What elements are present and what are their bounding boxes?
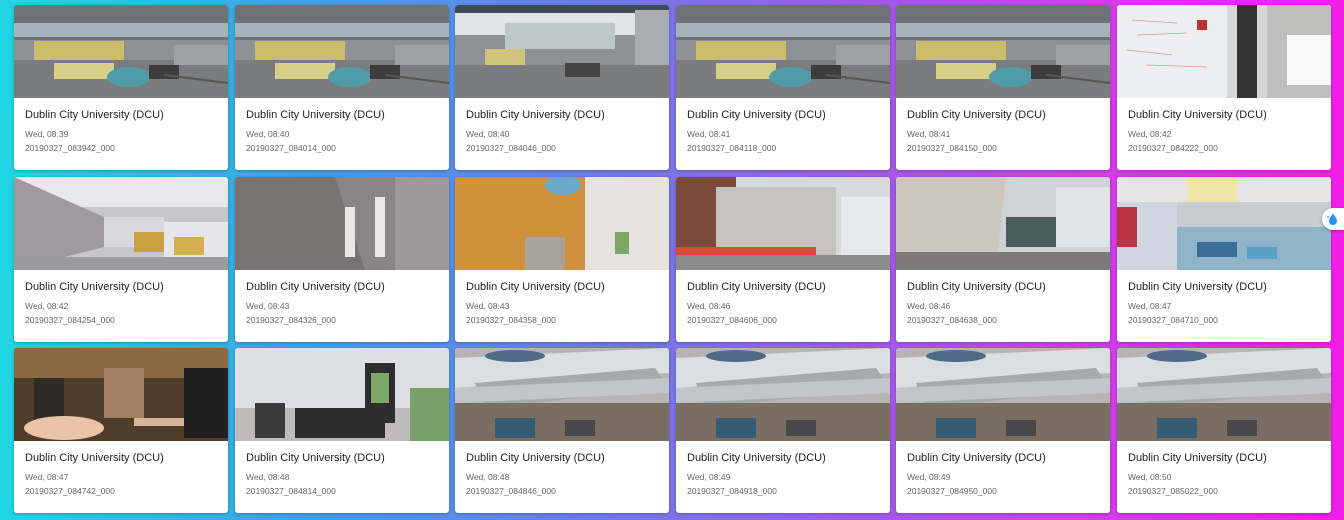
image-thumbnail[interactable] (455, 177, 669, 270)
image-card[interactable]: Dublin City University (DCU) Wed, 08:40 20… (235, 5, 449, 170)
image-card[interactable]: Dublin City University (DCU) Wed, 08:49 20… (896, 348, 1110, 513)
card-location: Dublin City University (DCU) (25, 452, 164, 464)
image-thumbnail[interactable] (1117, 5, 1331, 98)
card-time: Wed, 08:42 (1128, 129, 1172, 139)
card-filename: 20190327_084046_000 (466, 143, 556, 153)
image-grid: Dublin City University (DCU) Wed, 08:39 20… (0, 0, 1344, 520)
card-time: Wed, 08:41 (907, 129, 951, 139)
card-time: Wed, 08:43 (466, 301, 510, 311)
card-filename: 20190327_084358_000 (466, 315, 556, 325)
card-location: Dublin City University (DCU) (25, 109, 164, 121)
image-thumbnail[interactable] (455, 348, 669, 441)
card-filename: 20190327_084254_000 (25, 315, 115, 325)
image-card[interactable]: Dublin City University (DCU) Wed, 08:47 20… (1117, 177, 1331, 342)
card-time: Wed, 08:50 (1128, 472, 1172, 482)
image-card[interactable]: Dublin City University (DCU) Wed, 08:47 20… (14, 348, 228, 513)
card-location: Dublin City University (DCU) (25, 281, 164, 293)
card-filename: 20190327_084950_000 (907, 486, 997, 496)
water-drop-icon (1327, 213, 1337, 225)
card-time: Wed, 08:48 (246, 472, 290, 482)
card-location: Dublin City University (DCU) (1128, 281, 1267, 293)
image-thumbnail[interactable] (1117, 348, 1331, 441)
card-filename: 20190327_083942_000 (25, 143, 115, 153)
card-location: Dublin City University (DCU) (1128, 109, 1267, 121)
card-filename: 20190327_084222_000 (1128, 143, 1218, 153)
image-thumbnail[interactable] (896, 5, 1110, 98)
card-time: Wed, 08:42 (25, 301, 69, 311)
card-filename: 20190327_084606_000 (687, 315, 777, 325)
image-thumbnail[interactable] (235, 5, 449, 98)
card-filename: 20190327_084814_000 (246, 486, 336, 496)
image-card[interactable]: Dublin City University (DCU) Wed, 08:48 20… (235, 348, 449, 513)
image-card[interactable]: Dublin City University (DCU) Wed, 08:48 20… (455, 348, 669, 513)
image-card[interactable]: Dublin City University (DCU) Wed, 08:42 20… (14, 177, 228, 342)
image-card[interactable]: Dublin City University (DCU) Wed, 08:43 20… (235, 177, 449, 342)
image-thumbnail[interactable] (1117, 177, 1331, 270)
card-filename: 20190327_084014_000 (246, 143, 336, 153)
card-filename: 20190327_084710_000 (1128, 315, 1218, 325)
card-location: Dublin City University (DCU) (466, 281, 605, 293)
card-filename: 20190327_084150_000 (907, 143, 997, 153)
card-time: Wed, 08:47 (25, 472, 69, 482)
image-card[interactable]: Dublin City University (DCU) Wed, 08:39 20… (14, 5, 228, 170)
card-filename: 20190327_084742_000 (25, 486, 115, 496)
card-time: Wed, 08:47 (1128, 301, 1172, 311)
image-thumbnail[interactable] (14, 348, 228, 441)
card-time: Wed, 08:40 (246, 129, 290, 139)
card-time: Wed, 08:49 (907, 472, 951, 482)
card-location: Dublin City University (DCU) (246, 281, 385, 293)
card-time: Wed, 08:41 (687, 129, 731, 139)
image-thumbnail[interactable] (676, 348, 890, 441)
image-card[interactable]: Dublin City University (DCU) Wed, 08:46 20… (896, 177, 1110, 342)
card-location: Dublin City University (DCU) (687, 452, 826, 464)
card-location: Dublin City University (DCU) (907, 281, 1046, 293)
image-card[interactable]: Dublin City University (DCU) Wed, 08:42 20… (1117, 5, 1331, 170)
image-thumbnail[interactable] (235, 177, 449, 270)
card-filename: 20190327_084918_000 (687, 486, 777, 496)
card-location: Dublin City University (DCU) (1128, 452, 1267, 464)
image-thumbnail[interactable] (235, 348, 449, 441)
image-card[interactable]: Dublin City University (DCU) Wed, 08:43 20… (455, 177, 669, 342)
image-card[interactable]: Dublin City University (DCU) Wed, 08:50 20… (1117, 348, 1331, 513)
card-filename: 20190327_084326_000 (246, 315, 336, 325)
image-card[interactable]: Dublin City University (DCU) Wed, 08:49 20… (676, 348, 890, 513)
image-card[interactable]: Dublin City University (DCU) Wed, 08:40 20… (455, 5, 669, 170)
image-thumbnail[interactable] (14, 177, 228, 270)
card-location: Dublin City University (DCU) (687, 109, 826, 121)
card-location: Dublin City University (DCU) (687, 281, 826, 293)
image-card[interactable]: Dublin City University (DCU) Wed, 08:46 20… (676, 177, 890, 342)
image-thumbnail[interactable] (455, 5, 669, 98)
card-time: Wed, 08:43 (246, 301, 290, 311)
card-time: Wed, 08:39 (25, 129, 69, 139)
image-thumbnail[interactable] (14, 5, 228, 98)
card-filename: 20190327_084846_000 (466, 486, 556, 496)
image-thumbnail[interactable] (896, 177, 1110, 270)
card-location: Dublin City University (DCU) (907, 109, 1046, 121)
image-thumbnail[interactable] (676, 5, 890, 98)
card-location: Dublin City University (DCU) (466, 109, 605, 121)
card-filename: 20190327_084118_000 (687, 143, 777, 153)
image-thumbnail[interactable] (896, 348, 1110, 441)
card-time: Wed, 08:40 (466, 129, 510, 139)
card-location: Dublin City University (DCU) (907, 452, 1046, 464)
card-time: Wed, 08:46 (687, 301, 731, 311)
image-thumbnail[interactable] (676, 177, 890, 270)
image-card[interactable]: Dublin City University (DCU) Wed, 08:41 20… (896, 5, 1110, 170)
side-button[interactable] (1322, 208, 1344, 230)
card-time: Wed, 08:49 (687, 472, 731, 482)
card-time: Wed, 08:48 (466, 472, 510, 482)
card-filename: 20190327_085022_000 (1128, 486, 1218, 496)
card-location: Dublin City University (DCU) (246, 109, 385, 121)
card-time: Wed, 08:46 (907, 301, 951, 311)
card-location: Dublin City University (DCU) (246, 452, 385, 464)
card-location: Dublin City University (DCU) (466, 452, 605, 464)
image-card[interactable]: Dublin City University (DCU) Wed, 08:41 20… (676, 5, 890, 170)
card-filename: 20190327_084638_000 (907, 315, 997, 325)
